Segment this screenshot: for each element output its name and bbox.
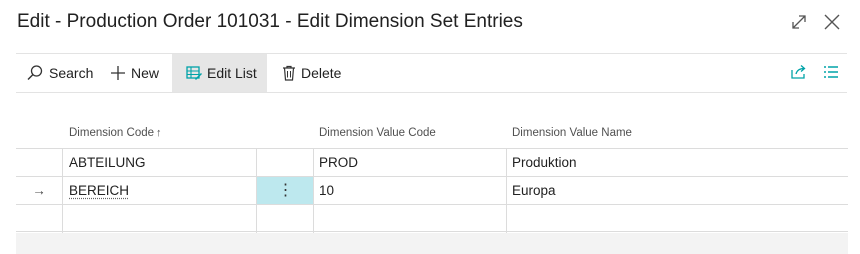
share-button[interactable]	[790, 54, 808, 92]
table-row-selected[interactable]: → BEREICH ⋮ 10 Europa	[16, 176, 848, 204]
table-footer	[16, 233, 848, 254]
sort-ascending-icon: ↑	[156, 127, 162, 139]
plus-icon	[110, 65, 126, 81]
page-title: Edit - Production Order 101031 - Edit Di…	[17, 11, 523, 32]
dimension-value-name-cell: Europa	[512, 183, 556, 198]
row-indicator	[16, 149, 62, 176]
dimension-set-table: ABTEILUNG PROD Produktion → BEREICH ⋮ 10…	[16, 148, 848, 232]
new-button[interactable]: New	[110, 54, 159, 92]
trash-icon	[282, 65, 296, 81]
column-divider	[506, 148, 507, 233]
dimension-value-name-cell: Produktion	[512, 155, 577, 170]
search-icon	[26, 64, 44, 82]
new-label: New	[131, 65, 160, 81]
list-view-icon	[823, 65, 839, 82]
row-indicator	[16, 205, 62, 231]
table-row-new[interactable]	[16, 204, 848, 232]
dimension-value-code-cell[interactable]: 10	[319, 177, 334, 204]
column-header-dimension-code[interactable]: Dimension Code ↑	[69, 127, 162, 139]
more-options-icon: ⋮	[277, 181, 294, 199]
table-row[interactable]: ABTEILUNG PROD Produktion	[16, 148, 848, 176]
column-header-label: Dimension Code	[69, 127, 155, 139]
share-icon	[790, 64, 808, 83]
row-actions-button[interactable]: ⋮	[257, 177, 314, 204]
close-icon[interactable]	[822, 12, 842, 32]
dimension-code-cell[interactable]: ABTEILUNG	[69, 149, 146, 176]
expand-icon[interactable]	[789, 12, 809, 32]
search-button[interactable]: Search	[26, 54, 93, 92]
column-divider	[313, 148, 314, 233]
column-header-dimension-value-name[interactable]: Dimension Value Name	[512, 127, 632, 139]
edit-list-button[interactable]: Edit List	[172, 54, 267, 92]
column-header-dimension-value-code[interactable]: Dimension Value Code	[319, 127, 436, 139]
delete-label: Delete	[301, 65, 342, 81]
dimension-value-code-cell[interactable]: PROD	[319, 149, 358, 176]
edit-list-icon	[186, 65, 202, 81]
search-label: Search	[49, 65, 94, 81]
current-row-arrow-icon: →	[32, 183, 46, 198]
column-divider	[256, 148, 257, 233]
delete-button[interactable]: Delete	[282, 54, 341, 92]
edit-list-label: Edit List	[207, 65, 257, 81]
toolbar-divider-bottom	[16, 92, 847, 93]
dimension-code-cell[interactable]: BEREICH	[69, 177, 129, 204]
column-divider	[62, 148, 63, 233]
list-view-button[interactable]	[823, 54, 839, 92]
